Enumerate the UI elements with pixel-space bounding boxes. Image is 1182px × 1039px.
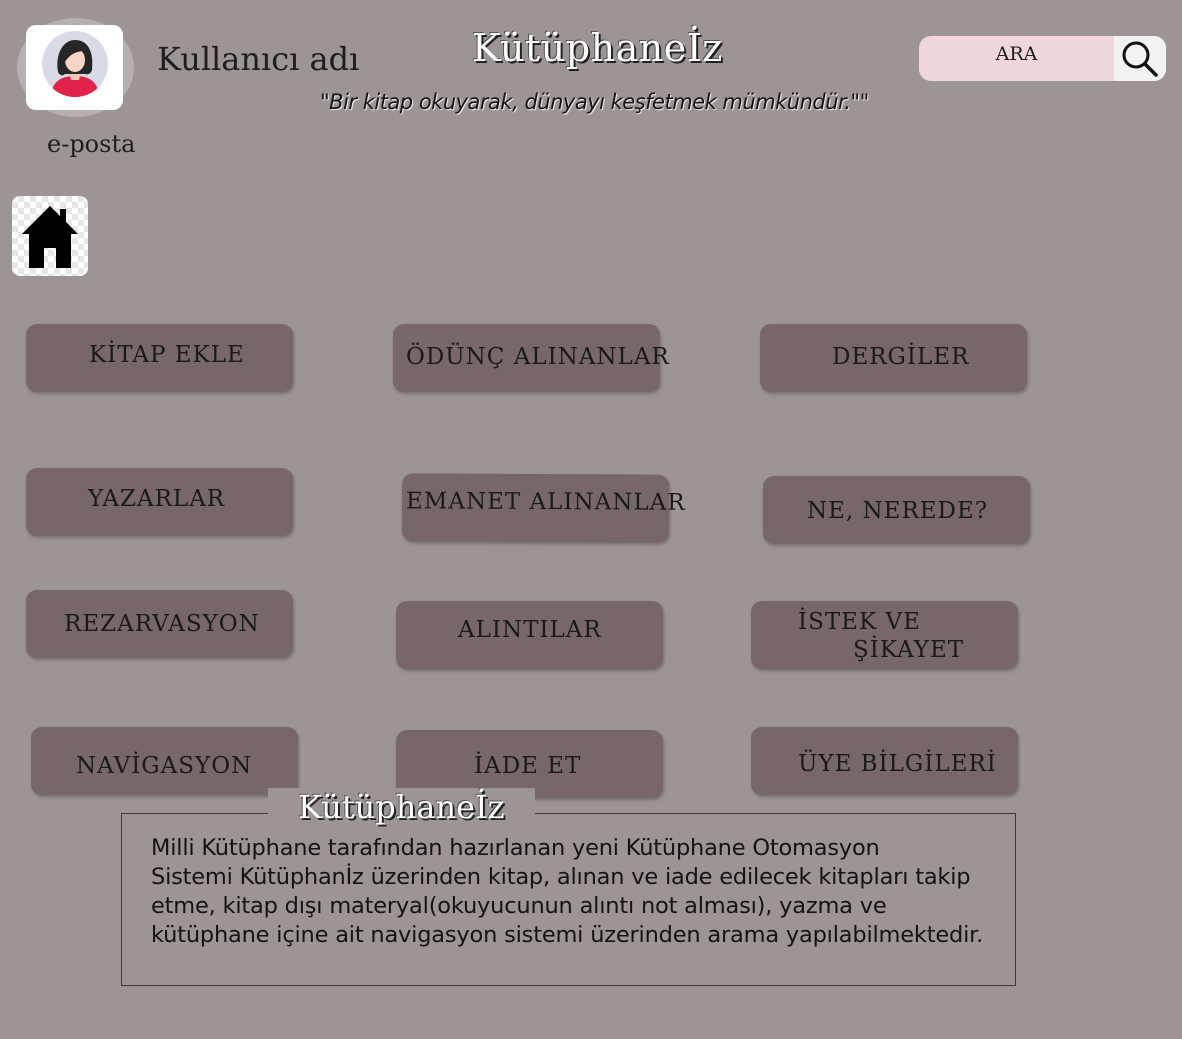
borrowed-label: ÖDÜNÇ ALINANLAR — [406, 344, 670, 370]
return-label: İADE ET — [474, 753, 582, 779]
reservation-label: REZARVASYON — [64, 611, 260, 637]
navigation-button[interactable]: NAVİGASYON — [31, 727, 298, 795]
add-book-label: KİTAP EKLE — [89, 342, 245, 368]
home-button[interactable] — [12, 196, 88, 276]
reservation-button[interactable]: REZARVASYON — [26, 590, 293, 658]
authors-button[interactable]: YAZARLAR — [26, 468, 293, 536]
request-complaint-button[interactable]: İSTEK VE ŞİKAYET — [751, 601, 1018, 669]
quotes-button[interactable]: ALINTILAR — [396, 601, 663, 669]
username-label: Kullanıcı adı — [157, 40, 360, 78]
member-info-button[interactable]: ÜYE BİLGİLERİ — [751, 727, 1018, 795]
search-button[interactable] — [1114, 36, 1166, 81]
search-input[interactable] — [919, 36, 1114, 81]
quotes-label: ALINTILAR — [458, 617, 602, 643]
info-line: Milli Kütüphane tarafından hazırlanan ye… — [151, 835, 880, 861]
borrowed-button[interactable]: ÖDÜNÇ ALINANLAR — [393, 324, 669, 392]
info-line: etme, kitap dışı materyal(okuyucunun alı… — [151, 893, 887, 919]
whats-where-label: NE, NEREDE? — [807, 498, 989, 524]
tagline: "Bir kitap okuyarak, dünyayı keşfetmek m… — [320, 90, 869, 114]
info-panel-title: Kütüphaneİz — [268, 788, 535, 826]
email-label: e-posta — [47, 130, 136, 158]
info-line: kütüphane içine ait navigasyon sistemi ü… — [151, 922, 984, 948]
magnifier-icon — [1122, 41, 1158, 77]
magazines-button[interactable]: DERGİLER — [760, 324, 1027, 392]
whats-where-button[interactable]: NE, NEREDE? — [763, 476, 1030, 544]
entrusted-button[interactable]: EMANET ALINANLAR — [401, 473, 686, 543]
request-complaint-label-line1: İSTEK VE — [798, 609, 921, 635]
search-bar — [919, 36, 1166, 81]
info-panel-text: Milli Kütüphane tarafından hazırlanan ye… — [151, 834, 1001, 950]
app-title: Kütüphaneİz — [472, 26, 723, 70]
authors-label: YAZARLAR — [88, 486, 226, 512]
member-info-label: ÜYE BİLGİLERİ — [798, 751, 997, 777]
add-book-button[interactable]: KİTAP EKLE — [26, 324, 293, 392]
info-line: Sistemi Kütüphanİz üzerinden kitap, alın… — [151, 864, 971, 890]
female-user-icon — [42, 31, 108, 97]
request-complaint-label-line2: ŞİKAYET — [853, 637, 965, 663]
avatar[interactable] — [26, 25, 123, 110]
navigation-label: NAVİGASYON — [76, 753, 253, 779]
magazines-label: DERGİLER — [832, 344, 970, 370]
home-icon — [22, 206, 78, 268]
entrusted-label: EMANET ALINANLAR — [405, 488, 686, 516]
